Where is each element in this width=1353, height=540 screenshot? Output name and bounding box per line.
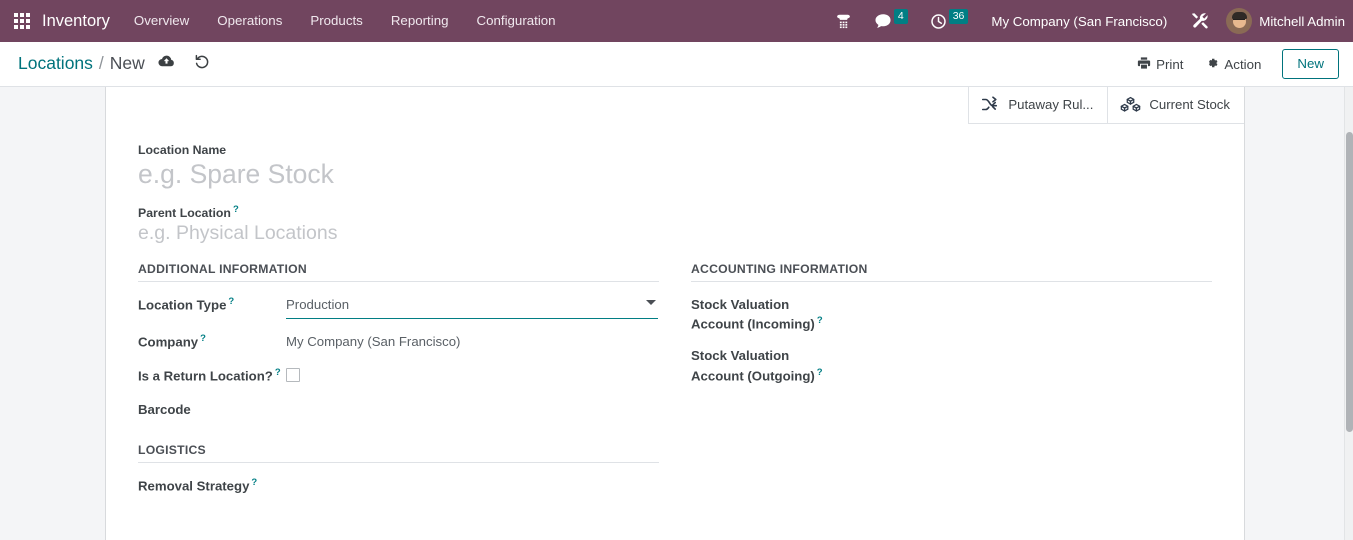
action-label: Action: [1224, 57, 1261, 72]
help-icon[interactable]: ?: [275, 367, 281, 378]
apps-grid-icon: [14, 13, 30, 29]
gear-icon: [1205, 56, 1219, 73]
help-icon[interactable]: ?: [817, 315, 823, 326]
menu-item-operations[interactable]: Operations: [203, 0, 296, 42]
messages-button[interactable]: 4: [863, 0, 919, 42]
field-row-removal-strategy: Removal Strategy?: [138, 475, 659, 497]
breadcrumb-item-current: New: [110, 53, 145, 74]
smart-button-label: Putaway Rul...: [1008, 97, 1093, 112]
printer-icon: [1137, 56, 1151, 73]
avatar[interactable]: [1226, 8, 1252, 34]
debug-menu-button[interactable]: [1179, 0, 1220, 42]
menu-item-reporting[interactable]: Reporting: [377, 0, 463, 42]
location-name-input[interactable]: [138, 159, 568, 190]
field-row-barcode: Barcode: [138, 399, 659, 421]
new-button[interactable]: New: [1282, 49, 1339, 79]
clock-icon: [930, 13, 947, 30]
parent-location-label: Parent Location?: [138, 204, 1212, 220]
breadcrumb-separator: /: [93, 53, 110, 74]
form-groups: Additional Information Location Type? Pr…: [138, 262, 1212, 509]
main-menu: Overview Operations Products Reporting C…: [120, 0, 570, 42]
vertical-scrollbar[interactable]: [1344, 87, 1353, 540]
stock-valuation-incoming-input[interactable]: [839, 294, 1212, 295]
voip-button[interactable]: [824, 0, 863, 42]
cubes-icon: [1120, 96, 1141, 114]
breadcrumb: Locations / New: [18, 53, 210, 75]
help-icon[interactable]: ?: [228, 296, 234, 307]
barcode-label: Barcode: [138, 399, 286, 419]
help-icon[interactable]: ?: [817, 367, 823, 378]
messages-count-badge: 4: [894, 9, 908, 24]
print-label: Print: [1156, 57, 1183, 72]
removal-strategy-label: Removal Strategy?: [138, 475, 286, 496]
stock-valuation-incoming-label: Stock Valuation Account (Incoming)?: [691, 294, 839, 334]
top-navbar: Inventory Overview Operations Products R…: [0, 0, 1353, 42]
smart-button-current-stock[interactable]: Current Stock: [1107, 87, 1244, 123]
phone-dialpad-icon: [835, 13, 852, 30]
company-value[interactable]: My Company (San Francisco): [286, 331, 659, 351]
menu-item-products[interactable]: Products: [296, 0, 376, 42]
additional-information-title: Additional Information: [138, 262, 659, 282]
is-return-location-field: [286, 365, 659, 387]
control-panel: Locations / New: [0, 42, 1353, 87]
group-accounting-information: Accounting Information Stock Valuation A…: [691, 262, 1212, 509]
location-type-label: Location Type?: [138, 294, 286, 315]
parent-location-input[interactable]: [138, 222, 568, 245]
field-row-stock-valuation-outgoing: Stock Valuation Account (Outgoing)?: [691, 345, 1212, 385]
print-button[interactable]: Print: [1126, 51, 1194, 78]
form-body: Location Name Parent Location? Additiona…: [106, 125, 1244, 509]
location-type-select[interactable]: Production: [286, 294, 658, 319]
group-additional-information: Additional Information Location Type? Pr…: [138, 262, 659, 509]
activities-button[interactable]: 36: [919, 0, 980, 42]
barcode-input[interactable]: [286, 399, 659, 400]
scrollbar-thumb[interactable]: [1346, 132, 1353, 432]
action-button[interactable]: Action: [1194, 51, 1272, 78]
avatar-glasses: [1233, 19, 1245, 22]
shuffle-icon: [981, 96, 1000, 113]
stock-valuation-outgoing-input[interactable]: [839, 345, 1212, 346]
field-row-is-return-location: Is a Return Location??: [138, 365, 659, 387]
field-row-company: Company? My Company (San Francisco): [138, 331, 659, 353]
menu-item-overview[interactable]: Overview: [120, 0, 203, 42]
field-row-location-type: Location Type? Production: [138, 294, 659, 319]
apps-menu-button[interactable]: [6, 0, 38, 42]
field-location-name: Location Name: [138, 143, 1212, 190]
control-panel-actions: Print Action New: [1126, 49, 1339, 79]
location-name-label: Location Name: [138, 143, 1212, 157]
app-brand-inventory[interactable]: Inventory: [38, 12, 120, 31]
user-menu[interactable]: Mitchell Admin: [1259, 14, 1353, 29]
record-actions: [158, 54, 210, 75]
smart-button-putaway-rules[interactable]: Putaway Rul...: [968, 87, 1107, 123]
help-icon[interactable]: ?: [233, 204, 239, 215]
smart-button-label: Current Stock: [1149, 97, 1230, 112]
cloud-upload-icon[interactable]: [158, 54, 175, 74]
systray: 4 36 My Company (San Francisco): [824, 0, 1353, 42]
company-switcher[interactable]: My Company (San Francisco): [979, 14, 1179, 29]
avatar-hair: [1232, 12, 1247, 19]
chat-bubble-icon: [874, 12, 892, 30]
help-icon[interactable]: ?: [200, 333, 206, 344]
tools-wrench-icon: [1190, 12, 1209, 31]
removal-strategy-select[interactable]: [286, 475, 659, 476]
help-icon[interactable]: ?: [251, 477, 257, 488]
form-sheet: Putaway Rul... Curre: [105, 87, 1245, 540]
content-area: Putaway Rul... Curre: [0, 87, 1353, 540]
stock-valuation-outgoing-label: Stock Valuation Account (Outgoing)?: [691, 345, 839, 385]
logistics-title: Logistics: [138, 443, 659, 463]
location-type-value: Production: [286, 297, 349, 312]
company-label: Company?: [138, 331, 286, 352]
menu-item-configuration[interactable]: Configuration: [462, 0, 569, 42]
breadcrumb-item-locations[interactable]: Locations: [18, 53, 93, 74]
chevron-down-icon: [646, 300, 656, 305]
is-return-location-label: Is a Return Location??: [138, 365, 286, 386]
is-return-location-checkbox[interactable]: [286, 368, 300, 382]
smart-button-bar: Putaway Rul... Curre: [968, 87, 1244, 124]
accounting-information-title: Accounting Information: [691, 262, 1212, 282]
undo-icon[interactable]: [194, 54, 210, 75]
activities-count-badge: 36: [949, 9, 969, 24]
field-parent-location: Parent Location?: [138, 204, 1212, 245]
field-row-stock-valuation-incoming: Stock Valuation Account (Incoming)?: [691, 294, 1212, 334]
